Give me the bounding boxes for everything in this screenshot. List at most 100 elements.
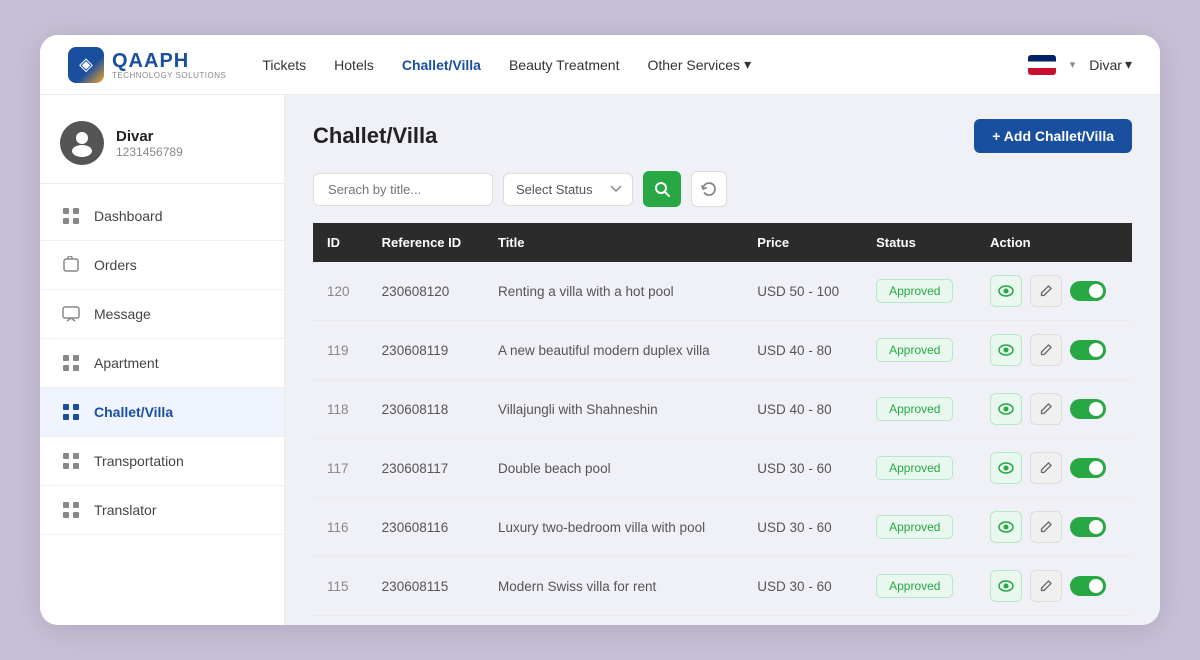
sidebar-item-challet[interactable]: Challet/Villa [40, 388, 284, 437]
view-button[interactable] [990, 393, 1022, 425]
edit-button[interactable] [1030, 570, 1062, 602]
profile-phone: 1231456789 [116, 145, 183, 159]
cell-id: 116 [313, 498, 368, 557]
orders-icon [60, 254, 82, 276]
table-row: 118 230608118 Villajungli with Shahneshi… [313, 380, 1132, 439]
toggle-button[interactable] [1070, 576, 1106, 596]
main-card: ◈ QAAPH TECHNOLOGY SOLUTIONS Tickets Hot… [40, 35, 1160, 625]
status-badge: Approved [876, 279, 953, 303]
view-button[interactable] [990, 334, 1022, 366]
nav-hotels[interactable]: Hotels [334, 56, 374, 73]
transportation-icon [60, 450, 82, 472]
status-badge: Approved [876, 397, 953, 421]
search-button[interactable] [643, 171, 681, 207]
logo-icon: ◈ [68, 47, 104, 83]
nav-beauty[interactable]: Beauty Treatment [509, 56, 620, 73]
edit-button[interactable] [1030, 452, 1062, 484]
table-header: ID Reference ID Title Price Status Actio… [313, 223, 1132, 262]
view-button[interactable] [990, 452, 1022, 484]
dashboard-icon [60, 205, 82, 227]
action-btns [990, 452, 1118, 484]
table-row: 117 230608117 Double beach pool USD 30 -… [313, 439, 1132, 498]
nav-tickets[interactable]: Tickets [262, 56, 306, 73]
cell-id: 117 [313, 439, 368, 498]
sidebar-item-orders[interactable]: Orders [40, 241, 284, 290]
status-badge: Approved [876, 456, 953, 480]
edit-button[interactable] [1030, 275, 1062, 307]
sidebar-item-transportation[interactable]: Transportation [40, 437, 284, 486]
action-btns [990, 570, 1118, 602]
action-btns [990, 393, 1118, 425]
status-badge: Approved [876, 574, 953, 598]
body-area: Divar 1231456789 Dashboard Orders [40, 95, 1160, 625]
nav-other[interactable]: Other Services ▾ [647, 56, 751, 73]
action-btns [990, 511, 1118, 543]
col-action: Action [976, 223, 1132, 262]
nav-links: Tickets Hotels Challet/Villa Beauty Trea… [262, 56, 1027, 73]
cell-ref: 230608118 [368, 380, 484, 439]
logo-sub: TECHNOLOGY SOLUTIONS [112, 71, 226, 80]
cell-title: Villajungli with Shahneshin [484, 380, 743, 439]
cell-action [976, 498, 1132, 557]
table-body: 120 230608120 Renting a villa with a hot… [313, 262, 1132, 616]
profile-section: Divar 1231456789 [40, 113, 284, 184]
reset-button[interactable] [691, 171, 727, 207]
topnav: ◈ QAAPH TECHNOLOGY SOLUTIONS Tickets Hot… [40, 35, 1160, 95]
status-badge: Approved [876, 338, 953, 362]
cell-status: Approved [862, 498, 976, 557]
table-row: 120 230608120 Renting a villa with a hot… [313, 262, 1132, 321]
sidebar-label-challet: Challet/Villa [94, 404, 173, 420]
user-menu[interactable]: Divar ▾ [1089, 56, 1132, 73]
cell-status: Approved [862, 321, 976, 380]
avatar [60, 121, 104, 165]
cell-id: 119 [313, 321, 368, 380]
cell-title: Double beach pool [484, 439, 743, 498]
cell-status: Approved [862, 439, 976, 498]
nav-challet[interactable]: Challet/Villa [402, 56, 481, 73]
page-header: Challet/Villa + Add Challet/Villa [313, 119, 1132, 153]
sidebar-item-dashboard[interactable]: Dashboard [40, 192, 284, 241]
cell-price: USD 40 - 80 [743, 321, 862, 380]
toggle-button[interactable] [1070, 340, 1106, 360]
edit-button[interactable] [1030, 334, 1062, 366]
language-flag[interactable] [1028, 55, 1056, 75]
table-row: 116 230608116 Luxury two-bedroom villa w… [313, 498, 1132, 557]
edit-button[interactable] [1030, 511, 1062, 543]
toggle-button[interactable] [1070, 281, 1106, 301]
sidebar-item-message[interactable]: Message [40, 290, 284, 339]
cell-ref: 230608116 [368, 498, 484, 557]
sidebar-item-translator[interactable]: Translator [40, 486, 284, 535]
message-icon [60, 303, 82, 325]
sidebar-label-translator: Translator [94, 502, 157, 518]
edit-button[interactable] [1030, 393, 1062, 425]
toggle-button[interactable] [1070, 399, 1106, 419]
cell-price: USD 30 - 60 [743, 557, 862, 616]
sidebar-item-apartment[interactable]: Apartment [40, 339, 284, 388]
profile-name: Divar [116, 128, 183, 145]
search-input[interactable] [313, 173, 493, 206]
cell-title: Renting a villa with a hot pool [484, 262, 743, 321]
col-status: Status [862, 223, 976, 262]
toggle-button[interactable] [1070, 517, 1106, 537]
chevron-down-icon: ▾ [744, 56, 751, 73]
view-button[interactable] [990, 570, 1022, 602]
main-content: Challet/Villa + Add Challet/Villa Select… [285, 95, 1160, 625]
sidebar-label-transportation: Transportation [94, 453, 184, 469]
cell-ref: 230608119 [368, 321, 484, 380]
toggle-button[interactable] [1070, 458, 1106, 478]
add-challet-button[interactable]: + Add Challet/Villa [974, 119, 1132, 153]
cell-title: Luxury two-bedroom villa with pool [484, 498, 743, 557]
sidebar-menu: Dashboard Orders Message [40, 184, 284, 535]
view-button[interactable] [990, 275, 1022, 307]
cell-ref: 230608117 [368, 439, 484, 498]
sidebar-label-dashboard: Dashboard [94, 208, 163, 224]
nav-right: ▾ Divar ▾ [1028, 55, 1132, 75]
cell-ref: 230608115 [368, 557, 484, 616]
cell-action [976, 262, 1132, 321]
view-button[interactable] [990, 511, 1022, 543]
action-btns [990, 334, 1118, 366]
status-select[interactable]: Select Status Approved Pending Rejected [503, 173, 633, 206]
user-chevron-icon: ▾ [1125, 56, 1132, 73]
table-row: 119 230608119 A new beautiful modern dup… [313, 321, 1132, 380]
action-btns [990, 275, 1118, 307]
